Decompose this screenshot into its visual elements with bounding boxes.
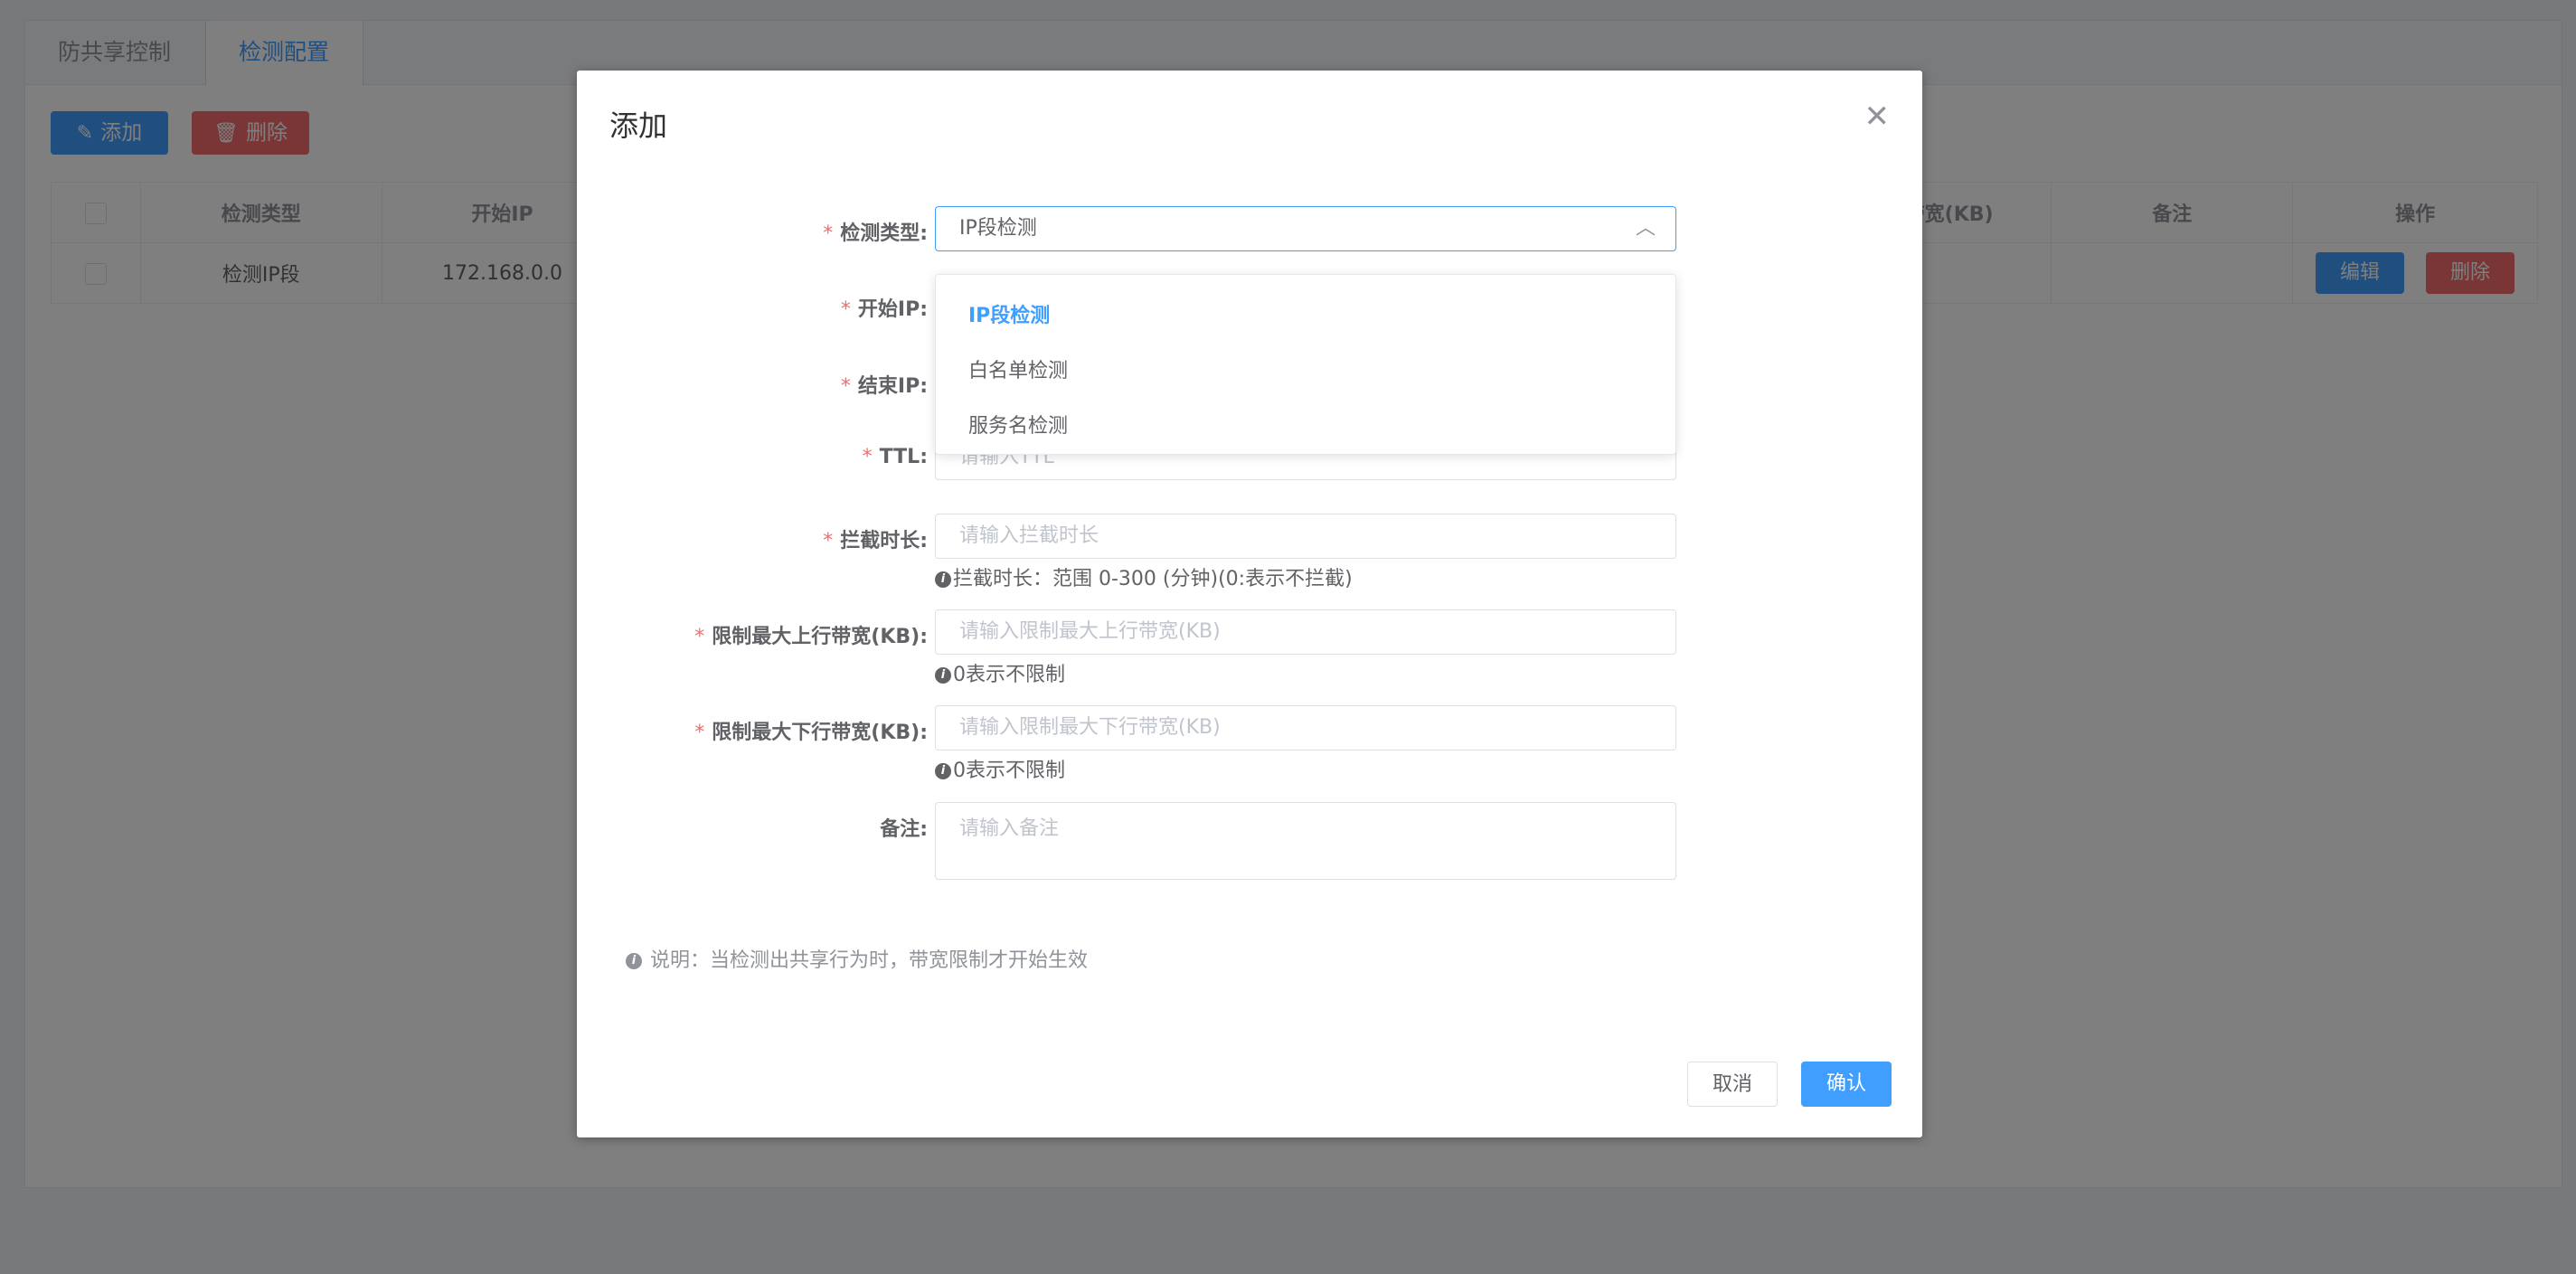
info-icon: i (935, 667, 951, 684)
max-down-label: * 限制最大下行带宽(KB): (566, 716, 928, 745)
max-down-tip-text: 0表示不限制 (953, 760, 1065, 782)
start-ip-label: * 开始IP: (566, 293, 928, 322)
ttl-label: * TTL: (566, 446, 928, 468)
detect-type-value: IP段检测 (959, 217, 1037, 240)
max-down-input[interactable]: 请输入限制最大下行带宽(KB) (935, 705, 1676, 750)
cancel-button[interactable]: 取消 (1687, 1062, 1778, 1107)
detect-type-select[interactable]: IP段检测 ︿ (935, 206, 1676, 251)
max-down-placeholder: 请输入限制最大下行带宽(KB) (959, 716, 1221, 739)
block-duration-input[interactable]: 请输入拦截时长 (935, 514, 1676, 559)
max-up-input[interactable]: 请输入限制最大上行带宽(KB) (935, 609, 1676, 655)
required-mark: * (862, 446, 873, 468)
block-duration-tip: i 拦截时长：范围 0-300 (分钟)(0:表示不拦截) (935, 562, 1353, 591)
end-ip-label-text: 结束IP: (857, 375, 928, 398)
required-mark: * (840, 375, 851, 398)
block-duration-tip-text: 拦截时长：范围 0-300 (分钟)(0:表示不拦截) (953, 568, 1353, 590)
dropdown-option-whitelist[interactable]: 白名单检测 (968, 354, 1068, 383)
confirm-button[interactable]: 确认 (1801, 1062, 1892, 1107)
info-icon: i (935, 571, 951, 588)
remark-label: 备注: (566, 813, 928, 842)
chevron-up-icon: ︿ (1635, 217, 1656, 240)
dropdown-option-service-name[interactable]: 服务名检测 (968, 410, 1068, 439)
dialog-note: i 说明：当检测出共享行为时，带宽限制才开始生效 (626, 944, 1088, 973)
detect-type-label: * 检测类型: (566, 217, 928, 246)
remark-textarea[interactable]: 请输入备注 (935, 802, 1676, 880)
required-mark: * (694, 626, 705, 648)
block-duration-placeholder: 请输入拦截时长 (959, 524, 1099, 547)
close-icon[interactable]: ✕ (1864, 101, 1891, 132)
max-up-tip-text: 0表示不限制 (953, 664, 1065, 686)
max-up-label: * 限制最大上行带宽(KB): (566, 620, 928, 649)
max-up-label-text: 限制最大上行带宽(KB): (712, 626, 928, 648)
required-mark: * (823, 530, 834, 552)
dropdown-option-ip-range[interactable]: IP段检测 (968, 299, 1050, 328)
max-up-placeholder: 请输入限制最大上行带宽(KB) (959, 620, 1221, 643)
detect-type-dropdown: IP段检测 白名单检测 服务名检测 (935, 274, 1676, 455)
detect-type-label-text: 检测类型: (840, 222, 928, 245)
required-mark: * (694, 722, 705, 744)
max-down-tip: i 0表示不限制 (935, 754, 1065, 783)
start-ip-label-text: 开始IP: (857, 298, 928, 321)
block-duration-label-text: 拦截时长: (840, 530, 928, 552)
max-up-tip: i 0表示不限制 (935, 658, 1065, 687)
max-down-label-text: 限制最大下行带宽(KB): (712, 722, 928, 744)
info-icon: i (626, 953, 642, 969)
block-duration-label: * 拦截时长: (566, 524, 928, 553)
required-mark: * (823, 222, 834, 245)
dialog-note-text: 说明：当检测出共享行为时，带宽限制才开始生效 (650, 949, 1089, 972)
remark-label-text: 备注: (880, 818, 928, 841)
info-icon: i (935, 763, 951, 779)
ttl-label-text: TTL: (879, 446, 928, 468)
add-dialog: 添加 ✕ * 检测类型: IP段检测 ︿ * 开始IP: * 结束IP: * TTL: … (577, 71, 1922, 1137)
end-ip-label: * 结束IP: (566, 370, 928, 399)
dialog-title: 添加 (609, 109, 668, 143)
remark-placeholder: 请输入备注 (959, 817, 1060, 840)
required-mark: * (840, 298, 851, 321)
